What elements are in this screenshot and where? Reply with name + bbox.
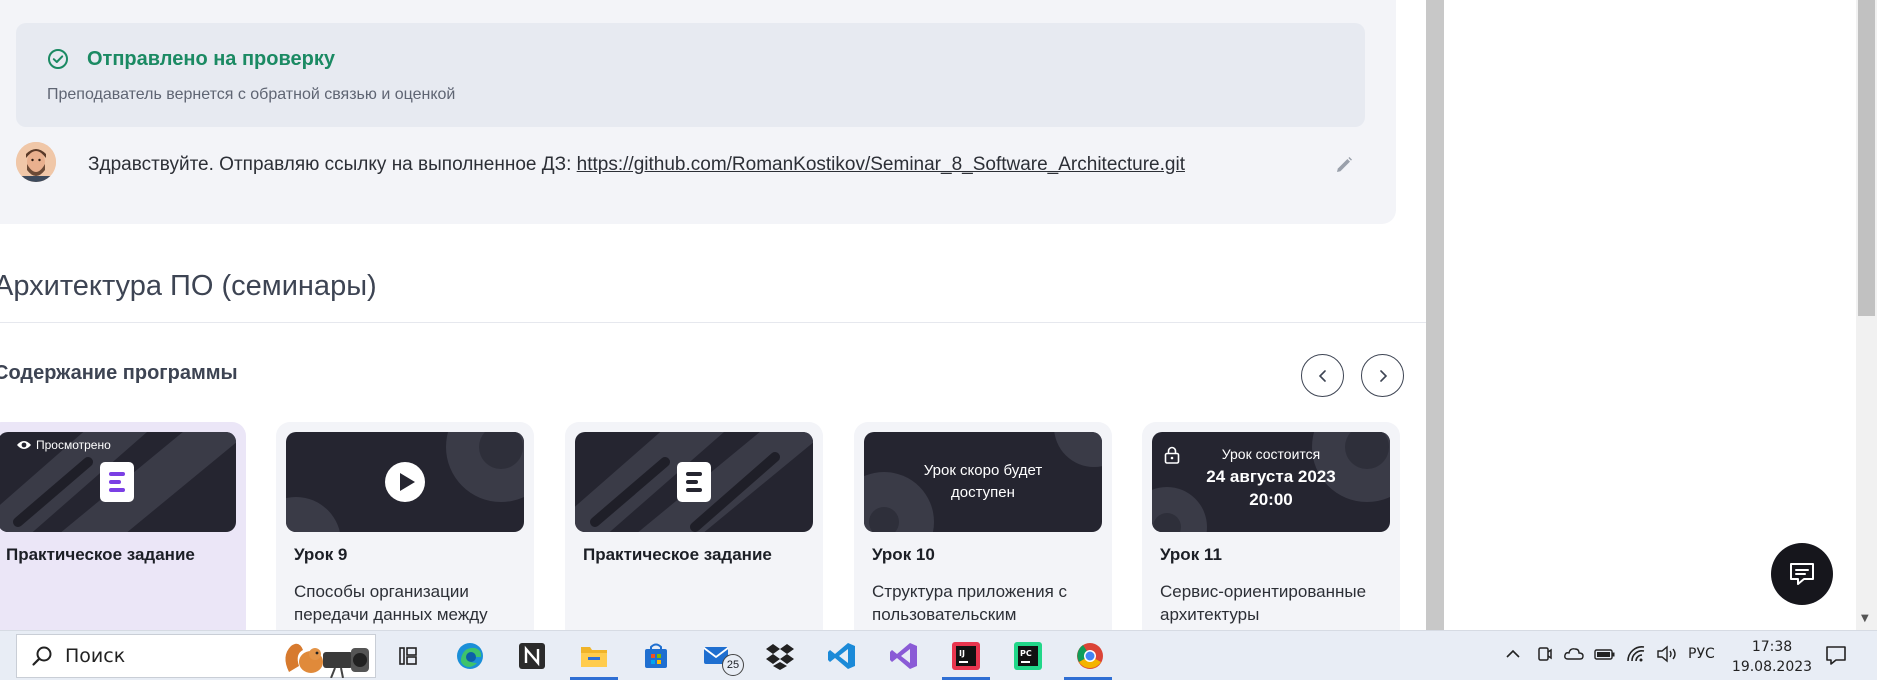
- panel-divider: [1426, 0, 1444, 630]
- scrollbar-thumb[interactable]: [1858, 0, 1875, 316]
- course-title: Архитектура ПО (семинары): [0, 270, 377, 302]
- visual-studio-icon[interactable]: [888, 640, 920, 672]
- lesson-name: Практическое задание: [6, 545, 195, 564]
- mail-badge: 25: [722, 654, 744, 676]
- chevron-right-icon: [1379, 369, 1387, 382]
- lesson-name: Урок 9: [294, 545, 348, 564]
- play-icon: [385, 462, 425, 502]
- microsoft-store-icon[interactable]: [640, 640, 672, 672]
- check-circle-icon: [48, 49, 68, 69]
- system-clock[interactable]: 17:38 19.08.2023: [1730, 637, 1814, 677]
- document-icon: [677, 462, 711, 502]
- dropbox-icon[interactable]: [764, 640, 796, 672]
- lesson-thumbnail: [286, 432, 524, 532]
- lesson-thumbnail: Урок скоро будет доступен: [864, 432, 1102, 532]
- lesson-name: Урок 10: [872, 545, 935, 564]
- comment-text-prefix: Здравствуйте. Отправляю ссылку на выполн…: [88, 154, 577, 175]
- lesson-card-10[interactable]: Урок скоро будет доступен Урок 10 Структ…: [854, 422, 1112, 630]
- homework-card: Отправлено на проверку Преподаватель вер…: [0, 0, 1396, 224]
- review-status-subtitle: Преподаватель вернется с обратной связью…: [47, 86, 456, 103]
- comment-text: Здравствуйте. Отправляю ссылку на выполн…: [88, 154, 1185, 176]
- document-icon: [100, 462, 134, 502]
- review-status-panel: Отправлено на проверку Преподаватель вер…: [16, 23, 1365, 127]
- lesson-thumbnail: Просмотрено: [0, 432, 236, 532]
- edge-browser-icon[interactable]: [454, 640, 486, 672]
- lesson-schedule-time: 20:00: [1249, 490, 1293, 509]
- lesson-card-practice-2[interactable]: Практическое задание: [565, 422, 823, 630]
- notifications-icon[interactable]: [1825, 644, 1847, 670]
- eye-icon: [17, 441, 31, 449]
- carousel-next-button[interactable]: [1361, 354, 1404, 397]
- chat-icon: [1790, 563, 1814, 585]
- mail-icon[interactable]: 25: [702, 640, 744, 676]
- battery-icon: [1594, 645, 1616, 667]
- scroll-down-arrow-icon[interactable]: ▼: [1861, 613, 1869, 624]
- taskbar-search-box[interactable]: Поиск: [16, 634, 376, 678]
- vertical-scrollbar[interactable]: ▼: [1856, 0, 1877, 630]
- homework-link[interactable]: https://github.com/RomanKostikov/Seminar…: [577, 154, 1185, 175]
- clock-time: 17:38: [1751, 639, 1793, 655]
- viewed-badge: Просмотрено: [36, 438, 111, 452]
- squirrel-camera-icon: [285, 643, 369, 678]
- onedrive-cloud-icon[interactable]: [1563, 645, 1585, 667]
- lesson-name: Урок 11: [1160, 545, 1222, 564]
- search-icon: [32, 646, 52, 666]
- chevron-left-icon: [1318, 369, 1326, 382]
- lesson-description: Структура приложения с пользовательским …: [872, 582, 1068, 630]
- lesson-thumbnail: Урок состоится 24 августа 2023 20:00: [1152, 432, 1390, 532]
- chrome-icon[interactable]: [1074, 640, 1106, 672]
- windows-taskbar: Поиск 25 IJ PC РУС 17:38 19.08.2023: [0, 630, 1877, 680]
- pycharm-icon[interactable]: PC: [1012, 640, 1044, 672]
- svg-text:PC: PC: [1020, 649, 1032, 658]
- lesson-name: Практическое задание: [583, 545, 772, 564]
- clock-date: 19.08.2023: [1731, 659, 1813, 675]
- volume-icon[interactable]: [1656, 645, 1678, 667]
- program-contents-title: Содержание программы: [0, 362, 238, 384]
- vscode-icon[interactable]: [826, 640, 858, 672]
- lesson-card-11[interactable]: Урок состоится 24 августа 2023 20:00 Уро…: [1142, 422, 1400, 630]
- notion-icon[interactable]: [516, 640, 548, 672]
- meet-now-icon[interactable]: [1535, 645, 1553, 667]
- task-view-icon[interactable]: [392, 640, 424, 672]
- lesson-schedule-date: 24 августа 2023: [1206, 467, 1336, 486]
- show-hidden-icons-chevron-icon[interactable]: [1504, 645, 1522, 667]
- main-content: Отправлено на проверку Преподаватель вер…: [0, 0, 1426, 630]
- lesson-coming-soon-text: Урок скоро будет доступен: [923, 462, 1043, 501]
- avatar: [16, 142, 56, 182]
- taskbar-search-placeholder: Поиск: [65, 645, 126, 667]
- side-panel: [1444, 0, 1856, 630]
- lesson-card-practice-1[interactable]: Просмотрено Практическое задание: [0, 422, 246, 630]
- divider: [0, 322, 1426, 323]
- lesson-schedule-label: Урок состоится: [1221, 446, 1321, 462]
- carousel-prev-button[interactable]: [1301, 354, 1344, 397]
- svg-text:IJ: IJ: [959, 649, 965, 658]
- chat-button[interactable]: [1771, 543, 1833, 605]
- lesson-description: Сервис-ориентированные архитектуры: [1160, 582, 1367, 624]
- wifi-icon[interactable]: [1626, 645, 1646, 667]
- file-explorer-icon[interactable]: [578, 640, 610, 672]
- lesson-thumbnail: [575, 432, 813, 532]
- review-status-title: Отправлено на проверку: [87, 48, 335, 70]
- lesson-description: Способы организации передачи данных межд…: [294, 582, 488, 624]
- lesson-card-9[interactable]: Урок 9 Способы организации передачи данн…: [276, 422, 534, 630]
- input-language-indicator[interactable]: РУС: [1688, 646, 1715, 662]
- edit-pencil-icon[interactable]: [1333, 154, 1355, 176]
- browser-page: Отправлено на проверку Преподаватель вер…: [0, 0, 1877, 630]
- intellij-idea-icon[interactable]: IJ: [950, 640, 982, 672]
